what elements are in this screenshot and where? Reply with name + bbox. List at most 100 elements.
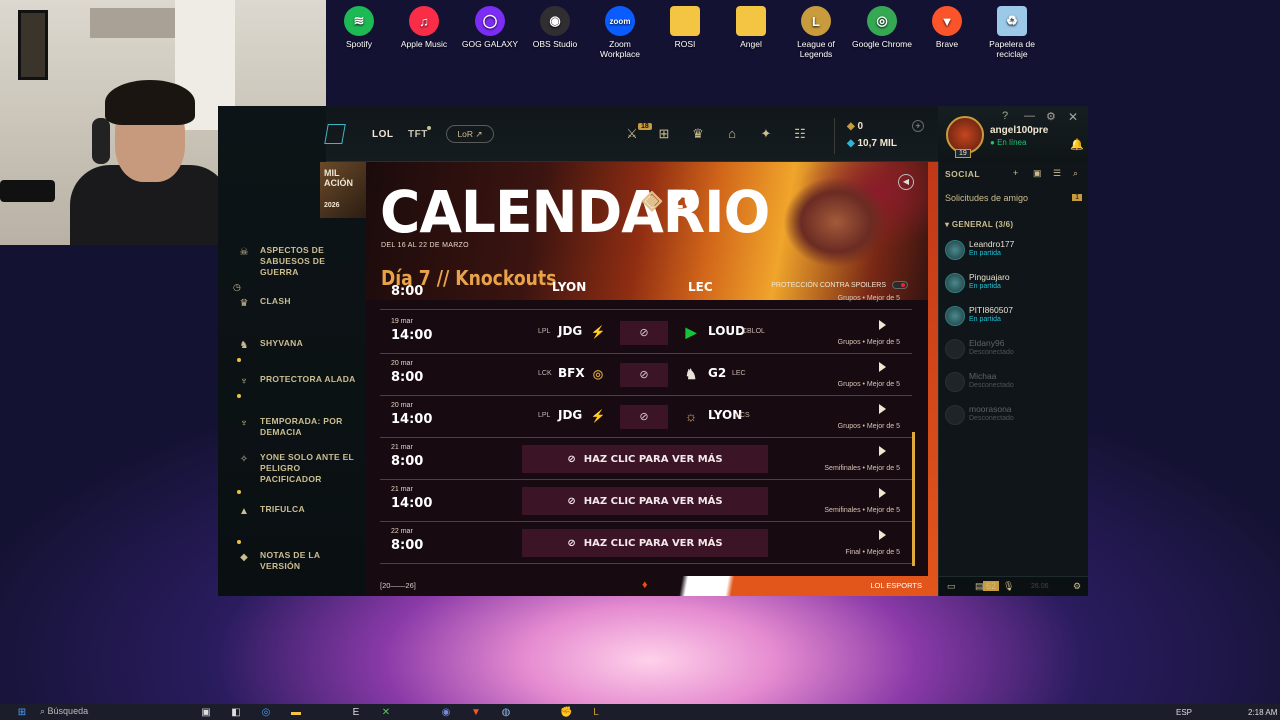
hidden-score-button[interactable]: ⊘: [620, 405, 668, 429]
windows-start-icon[interactable]: ⊞: [16, 707, 28, 719]
reveal-match-button[interactable]: ⊘ HAZ CLIC PARA VER MÁS: [522, 487, 768, 515]
epic-icon[interactable]: E: [350, 707, 362, 719]
table-row[interactable]: 20 mar 14:00 LPL JDG ⚡ ⊘ ☼ LYON LCS Grup…: [380, 396, 912, 438]
friend-requests-link[interactable]: Solicitudes de amigo: [945, 193, 1028, 203]
chat-icon[interactable]: ▭: [947, 581, 956, 592]
table-row[interactable]: 22 mar 8:00 ⊘ HAZ CLIC PARA VER MÁS Final…: [380, 522, 912, 564]
desktop-icon[interactable]: Angel: [719, 6, 783, 49]
play-icon[interactable]: [879, 488, 886, 498]
social-footer: ▭ ▤ 62 🎙 26.06 ⚙: [939, 576, 1088, 596]
close-icon[interactable]: ✕: [1068, 110, 1078, 124]
add-friend-icon[interactable]: +: [1013, 168, 1018, 178]
friend-group-header[interactable]: ▾ GENERAL (3/6): [945, 220, 1013, 229]
left-nav-item[interactable]: ☠ ASPECTOS DE SABUESOS DE GUERRA: [238, 245, 358, 278]
brave-taskbar-icon[interactable]: ▼: [470, 707, 482, 719]
left-nav-item[interactable]: ♛ CLASH: [238, 296, 358, 310]
desktop-icon[interactable]: ≋ Spotify: [327, 6, 391, 49]
discord-icon[interactable]: ◉: [440, 707, 452, 719]
hidden-score-button[interactable]: ⊘: [620, 321, 668, 345]
play-icon[interactable]: [879, 530, 886, 540]
friend-avatar: [945, 405, 965, 425]
lol-esports-link[interactable]: LOL ESPORTS: [870, 581, 922, 590]
clock[interactable]: 2:18 AM: [1248, 708, 1277, 717]
summoner-status-text: En línea: [997, 138, 1027, 147]
add-folder-icon[interactable]: ▣: [1033, 168, 1042, 179]
schedule-scrollbar[interactable]: [912, 432, 915, 566]
week-range[interactable]: [20——26]: [380, 581, 416, 590]
settings-icon[interactable]: ⚙: [1046, 110, 1056, 123]
play-button[interactable]: [324, 124, 346, 144]
table-row[interactable]: 21 mar 14:00 ⊘ HAZ CLIC PARA VER MÁS Semi…: [380, 480, 912, 522]
taskbar-search[interactable]: ⌕ Búsqueda: [40, 706, 140, 720]
shop-icon[interactable]: ☷: [792, 126, 808, 142]
list-item[interactable]: Michaa Desconectado: [945, 368, 1085, 398]
play-icon[interactable]: [879, 362, 886, 372]
desktop-icon[interactable]: ♻ Papelera de reciclaje: [980, 6, 1044, 59]
search-icon[interactable]: ⌕: [1073, 168, 1078, 179]
event-banner[interactable]: MIL ACIÓN 2026: [320, 162, 366, 218]
table-row[interactable]: 20 mar 8:00 LCK BFX ◎ ⊘ ♞ G2 LEC Grupos …: [380, 354, 912, 396]
explorer-icon[interactable]: ▬: [290, 707, 302, 719]
apple-music-icon: ♫: [409, 6, 439, 36]
desktop-icon[interactable]: ROSI: [653, 6, 717, 49]
play-icon[interactable]: [879, 446, 886, 456]
xbox-icon[interactable]: ✕: [380, 707, 392, 719]
left-nav-label: PROTECTORA ALADA: [260, 374, 356, 384]
help-icon[interactable]: ?: [1002, 110, 1008, 122]
steam-icon[interactable]: ◍: [500, 707, 512, 719]
edge-icon[interactable]: ◎: [260, 707, 272, 719]
list-item[interactable]: Eldany96 Desconectado: [945, 335, 1085, 365]
notifications-icon[interactable]: 🔔: [1070, 138, 1084, 151]
task-view-icon[interactable]: ▣: [200, 707, 212, 719]
reveal-match-button[interactable]: ⊘ HAZ CLIC PARA VER MÁS: [522, 445, 768, 473]
list-item[interactable]: PITI860507 En partida: [945, 302, 1085, 332]
clash-nav-icon[interactable]: ♛: [690, 126, 706, 142]
left-nav-item[interactable]: ◆ NOTAS DE LA VERSIÓN: [238, 550, 358, 572]
desktop-icon[interactable]: L League of Legends: [784, 6, 848, 59]
tab-lol[interactable]: LOL: [372, 129, 394, 140]
buy-rp-button[interactable]: +: [912, 120, 924, 132]
summoner-level: 19: [955, 149, 971, 158]
play-icon[interactable]: [879, 320, 886, 330]
voice-icon[interactable]: 🎙: [1003, 581, 1014, 592]
blue-essence-icon: ◆: [847, 138, 858, 149]
desktop-icon[interactable]: zoom Zoom Workplace: [588, 6, 652, 59]
summoner-status[interactable]: ● En línea: [990, 138, 1026, 147]
gear-icon[interactable]: ⚙: [1073, 581, 1081, 592]
volume-icon[interactable]: ◀: [898, 174, 914, 190]
play-icon[interactable]: [879, 404, 886, 414]
loot-icon[interactable]: ⌂: [724, 126, 740, 142]
store-app-icon[interactable]: ◧: [230, 707, 242, 719]
left-nav-item[interactable]: ♞ SHYVANA: [238, 338, 358, 352]
champions-icon[interactable]: ✦: [758, 126, 774, 142]
eye-slash-icon: ⊘: [639, 327, 649, 339]
tab-lor[interactable]: LoR ↗: [446, 125, 494, 143]
tab-tft[interactable]: TFT: [408, 129, 428, 140]
desktop-icon[interactable]: ♫ Apple Music: [392, 6, 456, 49]
lol-taskbar-icon[interactable]: L: [590, 707, 602, 719]
left-nav-item[interactable]: ▲ TRIFULCA: [238, 504, 358, 518]
hidden-score-button[interactable]: ⊘: [620, 363, 668, 387]
profile-header[interactable]: 19 angel100pre ● En línea ? — ⚙ ✕ 🔔: [938, 106, 1088, 162]
language-indicator[interactable]: ESP: [1176, 708, 1192, 717]
desktop-icon[interactable]: ◉ OBS Studio: [523, 6, 587, 49]
table-row[interactable]: 19 mar 14:00 LPL JDG ⚡ ⊘ ▶ LOUD CBLOL Gr…: [380, 312, 912, 354]
desktop-icon[interactable]: ▼ Brave: [915, 6, 979, 49]
reveal-match-button[interactable]: ⊘ HAZ CLIC PARA VER MÁS: [522, 529, 768, 557]
list-item[interactable]: Pinguajaro En partida: [945, 269, 1085, 299]
table-row[interactable]: 21 mar 8:00 ⊘ HAZ CLIC PARA VER MÁS Semif…: [380, 438, 912, 480]
table-row[interactable]: 8:00 LYON LEC Grupos • Mejor de 5: [380, 268, 912, 310]
collection-icon[interactable]: ⊞: [656, 126, 672, 142]
left-nav-item[interactable]: ♆ PROTECTORA ALADA: [238, 374, 358, 388]
event-banner-line2: ACIÓN: [324, 178, 353, 188]
desktop-icon[interactable]: ◎ Google Chrome: [850, 6, 914, 49]
left-nav-item[interactable]: ♆ TEMPORADA: POR DEMACIA: [238, 416, 358, 438]
desktop-icon[interactable]: ◯ GOG GALAXY: [458, 6, 522, 49]
list-item[interactable]: moorasona Desconectado: [945, 401, 1085, 431]
match-date: 19 mar: [391, 318, 413, 325]
list-view-icon[interactable]: ☰: [1053, 168, 1061, 179]
minimize-icon[interactable]: —: [1024, 110, 1035, 122]
list-item[interactable]: Leandro177 En partida: [945, 236, 1085, 266]
riot-icon[interactable]: ✊: [560, 707, 572, 719]
left-nav-item[interactable]: ✧ YONE SOLO ANTE EL PELIGRO PACIFICADOR: [238, 452, 358, 485]
